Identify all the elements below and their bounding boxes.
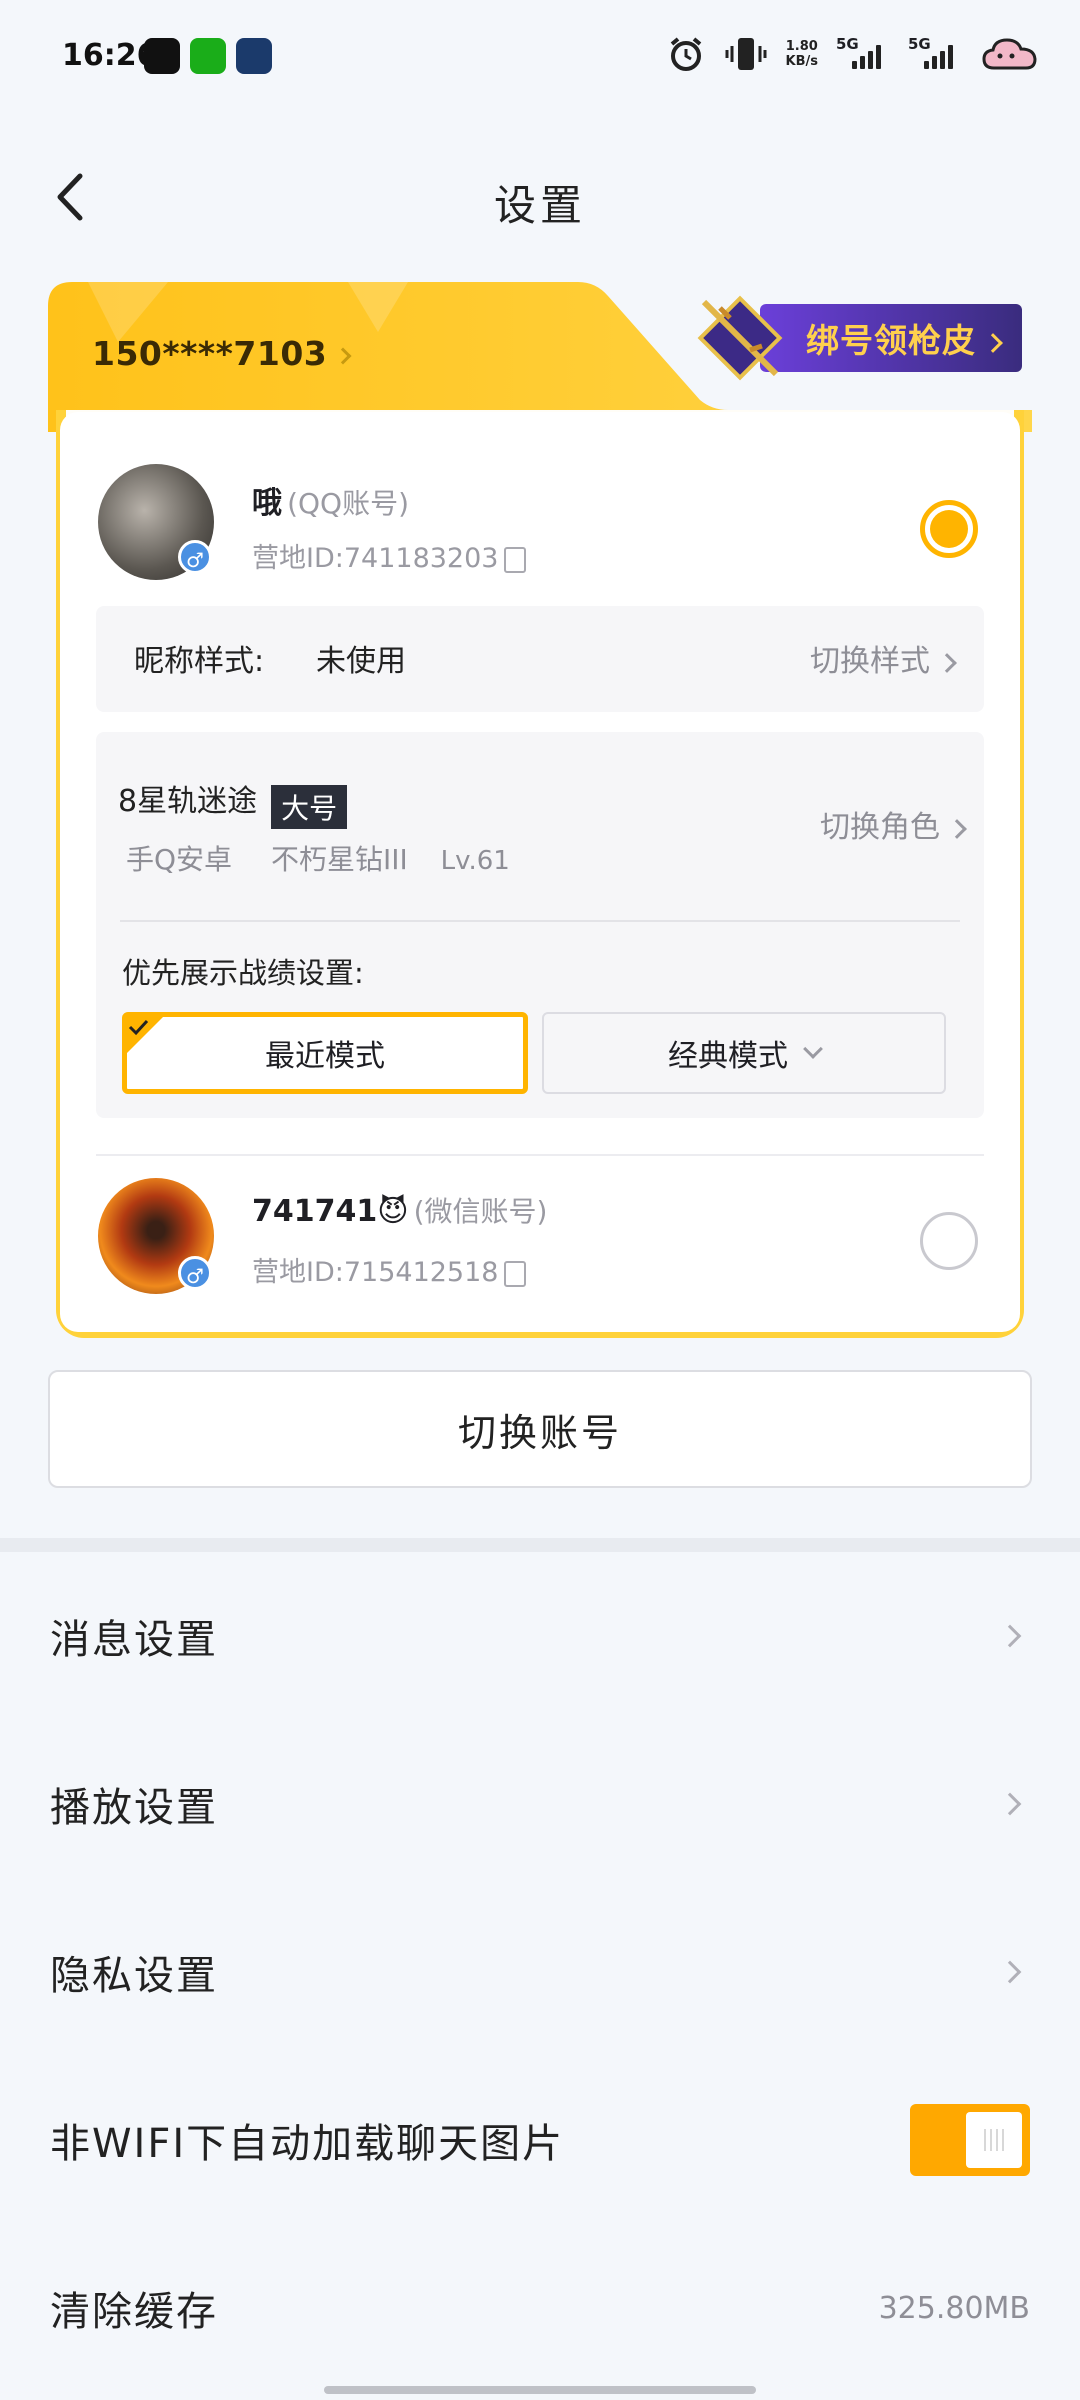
role-panel: 8星轨迷途 大号 手Q安卓 不朽星钻III Lv.61 切换角色 优先展示战绩设置… xyxy=(96,732,984,1118)
wifi-images-item: 非WIFI下自动加载聊天图片 xyxy=(50,2100,1030,2180)
switch-style-link[interactable]: 切换样式 xyxy=(810,636,957,680)
account-id: 营地ID:715412518 xyxy=(252,1257,499,1288)
cache-size: 325.80MB xyxy=(878,2290,1030,2326)
record-display-label: 优先展示战绩设置: xyxy=(122,956,364,990)
nickname-style-label: 昵称样式: xyxy=(134,644,265,679)
account-type: (QQ账号) xyxy=(287,487,410,520)
wechat-icon xyxy=(190,38,226,74)
copy-icon[interactable] xyxy=(504,546,527,573)
chevron-right-icon xyxy=(937,652,957,673)
phone-number-link[interactable]: 150****7103 xyxy=(92,334,352,373)
account-divider xyxy=(96,1154,984,1156)
checkmark-corner-icon xyxy=(125,1015,165,1055)
account-name: 哦 xyxy=(252,486,282,521)
copy-icon[interactable] xyxy=(504,1260,527,1287)
role-platform: 手Q安卓 xyxy=(126,843,233,876)
privacy-settings-item[interactable]: 隐私设置 xyxy=(50,1932,1030,2012)
account-row-wechat[interactable]: ♂ 741741😈 (微信账号) 营地ID:715412518 xyxy=(96,1176,978,1306)
message-settings-item[interactable]: 消息设置 xyxy=(50,1596,1030,1676)
cloud-icon xyxy=(982,38,1037,70)
wifi-images-toggle[interactable] xyxy=(910,2104,1030,2176)
role-rank: 不朽星钻III xyxy=(270,843,408,876)
role-level: Lv.61 xyxy=(440,846,510,876)
role-divider xyxy=(120,920,960,922)
switch-account-button[interactable]: 切换账号 xyxy=(48,1370,1032,1488)
account-name: 741741😈 xyxy=(252,1194,409,1229)
weapon-skin-icon xyxy=(697,295,783,381)
signal-icon-2: 5G xyxy=(908,35,962,69)
chevron-right-icon xyxy=(998,1624,1022,1648)
account-id: 营地ID:741183203 xyxy=(252,543,499,574)
nickname-style-value: 未使用 xyxy=(316,644,406,679)
chevron-right-icon xyxy=(998,1960,1022,1984)
male-gender-icon: ♂ xyxy=(178,540,212,574)
account-unselected-radio[interactable] xyxy=(920,1212,978,1270)
switch-role-link[interactable]: 切换角色 xyxy=(820,802,967,846)
section-divider xyxy=(0,1538,1080,1552)
chevron-right-icon xyxy=(334,347,352,364)
role-tag: 大号 xyxy=(271,784,348,829)
chevron-right-icon xyxy=(947,818,967,839)
clear-cache-item[interactable]: 清除缓存 325.80MB xyxy=(50,2268,1030,2348)
account-row-qq[interactable]: ♂ 哦 (QQ账号) 营地ID:741183203 xyxy=(96,460,978,590)
home-indicator[interactable] xyxy=(324,2386,756,2394)
chevron-right-icon xyxy=(998,1792,1022,1816)
recent-mode-button[interactable]: 最近模式 xyxy=(122,1012,528,1094)
account-type: (微信账号) xyxy=(413,1195,548,1228)
app-icon-3 xyxy=(236,38,272,74)
vibrate-icon xyxy=(725,38,767,70)
alarm-icon xyxy=(670,37,701,71)
male-gender-icon: ♂ xyxy=(178,1256,212,1290)
net-speed: 1.80 KB/s xyxy=(785,39,818,69)
page-title: 设置 xyxy=(493,181,586,230)
role-name: 8星轨迷途 xyxy=(118,784,258,819)
chevron-down-icon xyxy=(803,1039,823,1059)
classic-mode-dropdown[interactable]: 经典模式 xyxy=(542,1012,946,1094)
signal-icon-1: 5G xyxy=(836,35,890,69)
nickname-style-row[interactable]: 昵称样式: 未使用 切换样式 xyxy=(96,606,984,712)
account-selected-radio[interactable] xyxy=(920,500,978,558)
bind-promo-button[interactable]: 绑号领枪皮 xyxy=(690,292,1022,384)
playback-settings-item[interactable]: 播放设置 xyxy=(50,1764,1030,1844)
status-bar: 16:26 1.80 KB/s 5G 5G xyxy=(0,0,1080,120)
app-icon-1 xyxy=(144,38,180,74)
bind-promo-label: 绑号领枪皮 xyxy=(760,304,1022,372)
